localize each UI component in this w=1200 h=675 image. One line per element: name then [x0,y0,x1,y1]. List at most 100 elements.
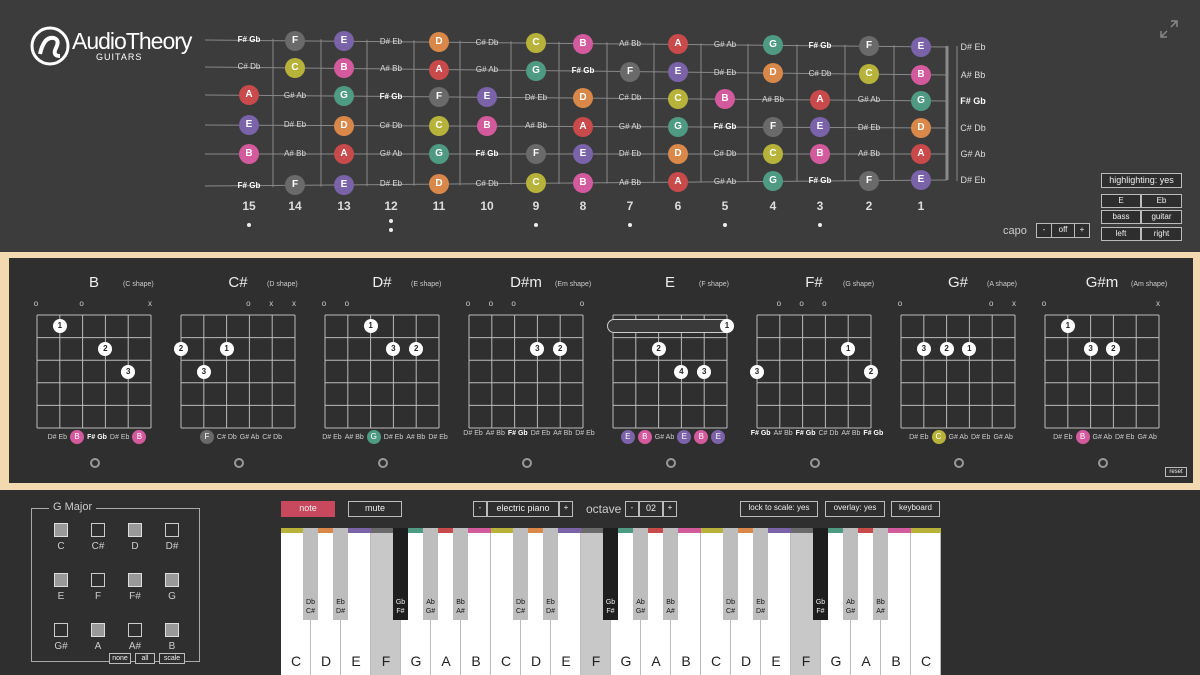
fret-note-accidental[interactable]: A# Bb [275,149,315,158]
fret-note-accidental[interactable]: A# Bb [610,178,650,187]
fret-note-accidental[interactable]: C# Db [610,93,650,102]
piano-black-key[interactable]: Ab G# [843,528,858,620]
chord-select-radio[interactable] [378,458,388,468]
bass-button[interactable]: bass [1101,210,1141,224]
fret-note-accidental[interactable]: C# Db [705,149,745,158]
scale-note-checkbox[interactable] [54,523,68,537]
fret-note[interactable]: D [911,117,931,138]
fret-note[interactable]: B [911,64,931,85]
piano-black-key[interactable]: Gb F# [813,528,828,620]
fret-note-accidental[interactable]: F# Gb [467,149,507,158]
fret-note-accidental[interactable]: D# Eb [371,179,411,188]
fret-note-accidental[interactable]: F# Gb [229,35,269,44]
fret-note-accidental[interactable]: A# Bb [371,64,411,73]
fret-note-accidental[interactable]: D# Eb [371,37,411,46]
fret-note[interactable]: D [334,115,354,136]
left-hand-button[interactable]: left [1101,227,1141,241]
fret-note[interactable]: G [668,116,688,137]
scale-note-checkbox[interactable] [165,523,179,537]
fret-note[interactable]: F [526,144,546,164]
lock-to-scale-toggle[interactable]: lock to scale: yes [740,501,818,517]
chord-select-radio[interactable] [1098,458,1108,468]
fret-note[interactable]: B [810,144,830,164]
fret-note-accidental[interactable]: C# Db [467,38,507,47]
fret-note-accidental[interactable]: C# Db [371,121,411,130]
fret-note-accidental[interactable]: D# Eb [516,93,556,102]
piano-white-key[interactable]: C [911,528,941,675]
scale-note-checkbox[interactable] [128,523,142,537]
fret-note[interactable]: G [429,144,449,164]
scale-note-checkbox[interactable] [91,623,105,637]
fret-note[interactable]: F [429,86,449,107]
keyboard-button[interactable]: keyboard [891,501,940,517]
fret-note[interactable]: E [334,174,354,195]
fret-note-accidental[interactable]: A# Bb [849,149,889,158]
chord-select-radio[interactable] [810,458,820,468]
highlighting-toggle[interactable]: highlighting: yes [1101,173,1182,188]
fret-note[interactable]: C [763,144,783,164]
piano-black-key[interactable]: Gb F# [603,528,618,620]
fret-note-accidental[interactable]: F# Gb [563,66,603,75]
piano-black-key[interactable]: Bb A# [873,528,888,620]
fret-note-accidental[interactable]: C# Db [229,62,269,71]
chord-select-radio[interactable] [522,458,532,468]
piano-black-key[interactable]: Db C# [303,528,318,620]
note-button[interactable]: note [281,501,335,517]
fret-note-accidental[interactable]: G# Ab [705,177,745,186]
instrument-prev-button[interactable]: - [473,501,487,517]
fret-note-accidental[interactable]: F# Gb [705,122,745,131]
fret-note-accidental[interactable]: A# Bb [753,95,793,104]
fret-note[interactable]: D [573,88,593,109]
fret-note-accidental[interactable]: F# Gb [800,41,840,50]
fret-note-accidental[interactable]: G# Ab [275,91,315,100]
fret-note[interactable]: A [573,116,593,137]
fret-note[interactable]: F [859,170,879,191]
chord-select-radio[interactable] [666,458,676,468]
capo-minus-button[interactable]: - [1036,223,1052,238]
fret-note-accidental[interactable]: F# Gb [800,176,840,185]
fret-note[interactable]: A [429,59,449,80]
fret-note[interactable]: G [334,86,354,107]
piano-black-key[interactable]: Db C# [513,528,528,620]
fret-note[interactable]: B [239,144,259,164]
fret-note-accidental[interactable]: D# Eb [705,68,745,77]
fret-note[interactable]: G [911,90,931,111]
fret-note[interactable]: D [668,144,688,164]
chord-select-radio[interactable] [234,458,244,468]
fret-note[interactable]: F [620,61,640,82]
fret-note[interactable]: A [810,89,830,110]
fret-note[interactable]: B [573,33,593,54]
fret-note[interactable]: C [285,57,305,78]
fret-note[interactable]: C [429,115,449,136]
fret-note-accidental[interactable]: D# Eb [275,120,315,129]
scale-all-button[interactable]: all [135,653,155,664]
chord-select-radio[interactable] [90,458,100,468]
scale-note-checkbox[interactable] [165,623,179,637]
piano-black-key[interactable]: Eb D# [543,528,558,620]
piano-black-key[interactable]: Db C# [723,528,738,620]
fret-note-accidental[interactable]: G# Ab [849,95,889,104]
piano-black-key[interactable]: Bb A# [663,528,678,620]
scale-note-checkbox[interactable] [91,523,105,537]
tuning-eb-button[interactable]: Eb [1141,194,1182,208]
fret-note-accidental[interactable]: A# Bb [516,121,556,130]
octave-plus-button[interactable]: + [663,501,677,517]
fret-note[interactable]: G [526,60,546,81]
scale-note-checkbox[interactable] [54,623,68,637]
overlay-toggle[interactable]: overlay: yes [825,501,885,517]
chord-select-radio[interactable] [954,458,964,468]
fret-note[interactable]: C [526,33,546,54]
fret-note[interactable]: B [477,116,497,137]
fret-note-accidental[interactable]: C# Db [800,69,840,78]
scale-note-checkbox[interactable] [91,573,105,587]
scale-note-checkbox[interactable] [165,573,179,587]
fret-note-accidental[interactable]: A# Bb [610,39,650,48]
piano-black-key[interactable]: Ab G# [423,528,438,620]
piano-black-key[interactable]: Eb D# [333,528,348,620]
fret-note[interactable]: A [334,144,354,164]
fret-note[interactable]: F [285,30,305,51]
scale-note-checkbox[interactable] [128,573,142,587]
piano-black-key[interactable]: Gb F# [393,528,408,620]
scale-note-checkbox[interactable] [54,573,68,587]
fret-note-accidental[interactable]: D# Eb [610,149,650,158]
